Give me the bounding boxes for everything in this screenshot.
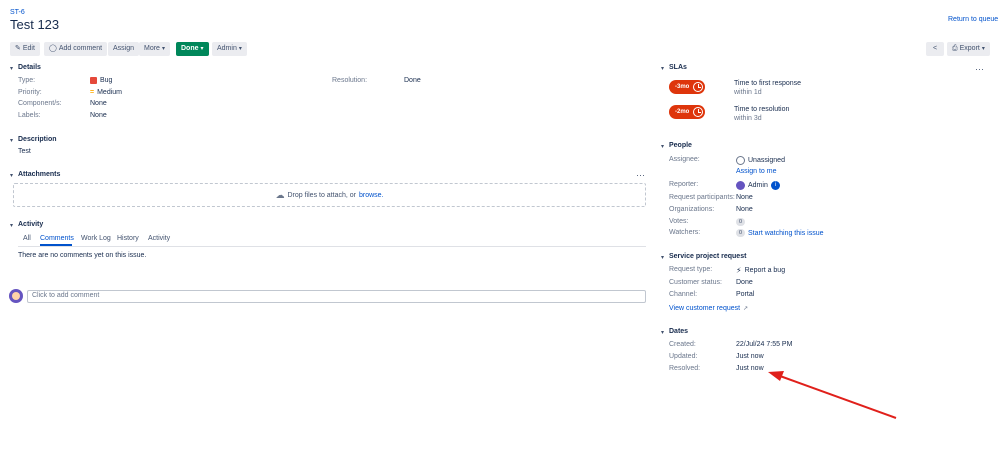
annotation-arrow: [768, 371, 897, 419]
